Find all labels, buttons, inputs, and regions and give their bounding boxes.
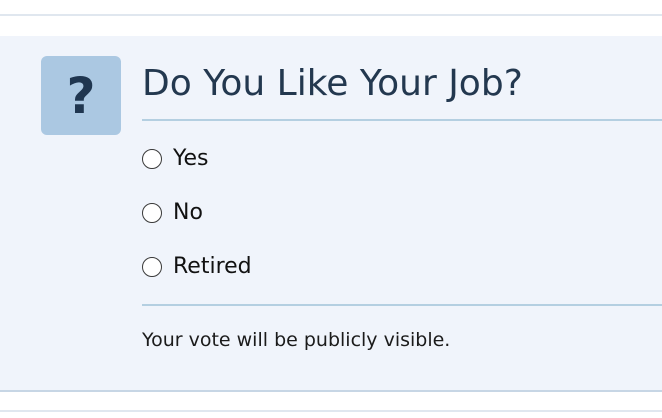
poll-title: Do You Like Your Job? (142, 63, 523, 104)
poll-option-no[interactable]: No (142, 193, 252, 233)
poll-option-retired[interactable]: Retired (142, 247, 252, 287)
question-mark-icon: ? (41, 56, 121, 135)
poll-block: ? Do You Like Your Job? Yes No Retired Y… (0, 36, 662, 392)
vote-visibility-note: Your vote will be publicly visible. (142, 329, 451, 351)
poll-options: Yes No Retired (142, 139, 252, 301)
poll-option-label: No (173, 200, 203, 225)
poll-option-label: Yes (173, 146, 209, 171)
radio-button-yes[interactable] (142, 149, 162, 169)
radio-button-retired[interactable] (142, 257, 162, 277)
title-divider (142, 119, 662, 121)
poll-option-label: Retired (173, 254, 252, 279)
poll-option-yes[interactable]: Yes (142, 139, 252, 179)
radio-button-no[interactable] (142, 203, 162, 223)
bottom-divider (0, 410, 662, 412)
top-divider (0, 14, 662, 16)
options-divider (142, 304, 662, 306)
